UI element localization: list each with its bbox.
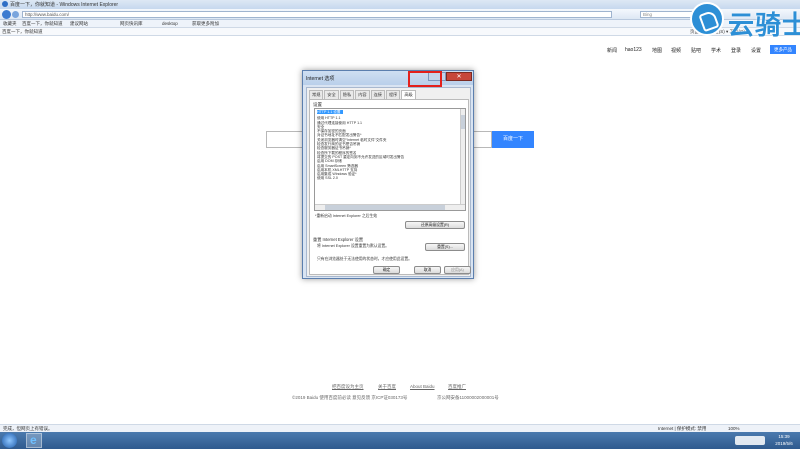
advanced-tab-highlight <box>408 71 442 87</box>
tab-content[interactable]: 内容 <box>355 90 370 99</box>
navigation-bar: http://www.baidu.com/ Bing <box>0 9 800 20</box>
footer-link[interactable]: 百度推广 <box>448 384 466 390</box>
nav-video[interactable]: 视频 <box>671 47 681 54</box>
restart-note: *重新启动 Internet Explorer 之后生效 <box>315 214 378 218</box>
nav-tieba[interactable]: 贴吧 <box>691 47 701 54</box>
fav-item[interactable]: desktop <box>162 21 178 26</box>
advanced-panel: 设置 HTTP 1.1 设置 使用 HTTP 1.1 通过代理连接使用 HTTP… <box>309 99 469 275</box>
dialog-body: 常规 安全 隐私 内容 连接 程序 高级 设置 HTTP 1.1 设置 使用 HTTP 1.… <box>306 87 471 277</box>
tree-item[interactable]: HTTP 1.1 设置 <box>317 110 343 115</box>
window-title: 百度一下，你就知道 - Windows Internet Explorer <box>10 2 119 8</box>
reset-description: 将 Internet Explorer 设置重置为默认设置。 <box>317 244 389 248</box>
fav-item[interactable]: 百度一下，你就知道 <box>22 21 63 27</box>
logo-text: 云骑士 <box>728 10 800 40</box>
tab-general[interactable]: 常规 <box>309 90 324 99</box>
cancel-button[interactable]: 取消 <box>414 266 441 274</box>
status-bar: 完成，但网页上有错误。 Internet | 保护模式: 禁用 100% <box>0 424 800 432</box>
horizontal-scrollbar[interactable] <box>315 204 465 210</box>
back-button[interactable] <box>2 10 11 19</box>
nav-map[interactable]: 地图 <box>652 47 662 54</box>
footer-link[interactable]: About Baidu <box>410 384 435 389</box>
tab-connections[interactable]: 连接 <box>370 90 385 99</box>
reset-section-title: 重置 Internet Explorer 设置 <box>313 237 364 242</box>
clock[interactable]: 15:39 2019/5/6 <box>770 433 798 447</box>
fav-item[interactable]: 建议网站 <box>70 21 88 27</box>
internet-options-dialog: Internet 选项 ✕ 常规 安全 隐私 内容 连接 程序 高级 设置 HTTP 1.1… <box>302 70 474 279</box>
clock-time: 15:39 <box>778 434 790 439</box>
restore-advanced-button[interactable]: 还原高级设置(R) <box>405 221 465 229</box>
forward-button[interactable] <box>12 11 19 18</box>
reset-button[interactable]: 重置(S)... <box>425 243 465 251</box>
logo: 云骑士 <box>690 2 800 40</box>
dialog-title: Internet 选项 <box>306 76 335 82</box>
system-tray[interactable] <box>735 436 765 445</box>
ie-taskbar-icon[interactable] <box>26 433 42 448</box>
start-button[interactable] <box>2 433 17 448</box>
address-bar[interactable]: http://www.baidu.com/ <box>22 11 612 18</box>
tab-baidu[interactable]: 百度一下，你就知道 <box>2 29 43 35</box>
reset-warning: 只有在浏览器处于无法使用的状态时，才应使用此设置。 <box>317 257 412 261</box>
tab-bar: 百度一下，你就知道 页面(P) ▾ 安全(S) ▾ 工具(O) ▾ <box>0 28 800 36</box>
apply-button[interactable]: 应用(A) <box>444 266 471 274</box>
tab-security[interactable]: 安全 <box>324 90 339 99</box>
clock-date: 2019/5/6 <box>775 441 793 446</box>
fav-item[interactable]: 网页快讯库 <box>120 21 143 27</box>
more-products-button[interactable]: 更多产品 <box>770 45 796 54</box>
tab-advanced[interactable]: 高级 <box>401 90 416 99</box>
nav-xueshu[interactable]: 学术 <box>711 47 721 54</box>
nav-settings[interactable]: 设置 <box>751 47 761 54</box>
footer-police[interactable]: 京公网安备11000002000001号 <box>437 395 499 401</box>
close-button[interactable]: ✕ <box>446 72 472 81</box>
knight-logo-icon <box>690 2 724 36</box>
footer-link[interactable]: 关于百度 <box>378 384 396 390</box>
ok-button[interactable]: 确定 <box>373 266 400 274</box>
tab-privacy[interactable]: 隐私 <box>339 90 355 99</box>
footer-copyright: ©2019 Baidu 使用百度前必读 意见反馈 京ICP证030173号 <box>292 395 408 400</box>
ie-icon <box>2 1 8 7</box>
dialog-title-bar: Internet 选项 ✕ <box>303 71 473 85</box>
nav-news[interactable]: 新闻 <box>607 47 617 54</box>
footer-link[interactable]: 把百度设为主页 <box>332 384 364 390</box>
dialog-tabs: 常规 安全 隐私 内容 连接 程序 高级 <box>309 90 417 99</box>
nav-hao123[interactable]: hao123 <box>625 47 642 53</box>
vertical-scrollbar[interactable] <box>460 109 465 205</box>
fav-item[interactable]: 获取更多附加 <box>192 21 219 27</box>
title-bar: 百度一下，你就知道 - Windows Internet Explorer <box>0 0 800 9</box>
baidu-search-button[interactable]: 百度一下 <box>492 131 534 148</box>
zoom-level[interactable]: 100% <box>728 426 740 431</box>
favorites-bar: 收藏夹 百度一下，你就知道 建议网站 网页快讯库 desktop 获取更多附加 <box>0 20 800 28</box>
taskbar: 15:39 2019/5/6 <box>0 432 800 449</box>
nav-login[interactable]: 登录 <box>731 47 741 54</box>
settings-tree[interactable]: HTTP 1.1 设置 使用 HTTP 1.1 通过代理连接使用 HTTP 1.… <box>314 108 466 211</box>
tree-item[interactable]: 使用 SSL 2.0 <box>317 176 462 180</box>
favorites-button[interactable]: 收藏夹 <box>3 21 17 27</box>
tab-programs[interactable]: 程序 <box>385 90 401 99</box>
